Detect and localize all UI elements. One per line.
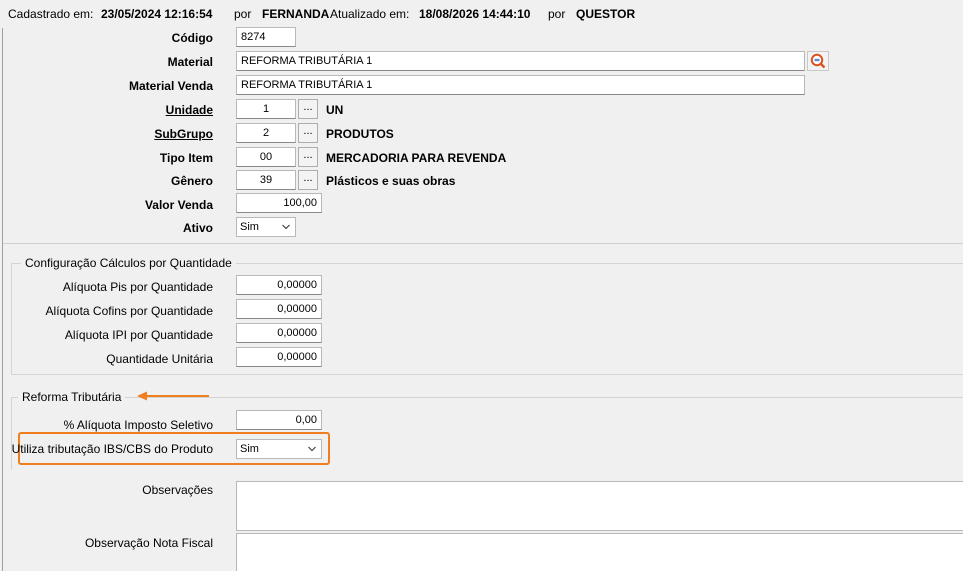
tipo-item-label: Tipo Item — [159, 151, 213, 165]
unidade-description: UN — [326, 103, 344, 117]
search-button[interactable] — [807, 51, 829, 71]
material-venda-label: Material Venda — [128, 79, 213, 93]
aliquota-cofins-field[interactable]: 0,00000 — [236, 299, 322, 319]
unidade-lookup-button[interactable]: ... — [298, 99, 318, 119]
section-divider — [3, 243, 963, 244]
reforma-tributaria-title: Reforma Tributária — [18, 390, 126, 404]
imposto-seletivo-field[interactable]: 0,00 — [236, 410, 322, 430]
subgrupo-description: PRODUTOS — [326, 127, 394, 141]
aliquota-pis-label: Alíquota Pis por Quantidade — [62, 280, 213, 294]
unidade-label[interactable]: Unidade — [166, 103, 213, 117]
observacao-nf-textarea[interactable] — [236, 533, 963, 571]
codigo-field[interactable]: 8274 — [236, 27, 296, 47]
codigo-label: Código — [171, 31, 213, 45]
aliquota-cofins-label: Alíquota Cofins por Quantidade — [45, 304, 213, 318]
material-field[interactable]: REFORMA TRIBUTÁRIA 1 — [236, 51, 805, 71]
genero-label: Gênero — [170, 174, 213, 188]
ativo-select-value: Sim — [240, 221, 259, 233]
updated-date: 18/08/2026 14:44:10 — [419, 7, 531, 21]
subgrupo-label[interactable]: SubGrupo — [154, 127, 213, 141]
search-icon — [810, 53, 826, 69]
observacoes-label: Observações — [142, 483, 213, 497]
chevron-down-icon — [308, 446, 316, 452]
observacao-nf-label: Observação Nota Fiscal — [84, 536, 213, 550]
genero-field[interactable]: 39 — [236, 170, 296, 190]
genero-lookup-button[interactable]: ... — [298, 170, 318, 190]
arrow-left-icon — [137, 391, 209, 401]
observacoes-textarea[interactable] — [236, 481, 963, 531]
unidade-field[interactable]: 1 — [236, 99, 296, 119]
valor-venda-field[interactable]: 100,00 — [236, 193, 322, 213]
genero-description: Plásticos e suas obras — [326, 174, 456, 188]
tipo-item-field[interactable]: 00 — [236, 147, 296, 167]
utiliza-ibs-cbs-value: Sim — [240, 443, 259, 455]
subgrupo-field[interactable]: 2 — [236, 123, 296, 143]
utiliza-ibs-cbs-select[interactable]: Sim — [236, 439, 322, 459]
chevron-down-icon — [282, 224, 290, 230]
updated-label: Atualizado em: — [330, 7, 410, 21]
material-venda-field[interactable]: REFORMA TRIBUTÁRIA 1 — [236, 75, 805, 95]
record-info-bar: Cadastrado em: 23/05/2024 12:16:54 por F… — [0, 0, 963, 28]
quantidade-unitaria-field[interactable]: 0,00000 — [236, 347, 322, 367]
config-quantidade-title: Configuração Cálculos por Quantidade — [21, 256, 236, 270]
aliquota-ipi-field[interactable]: 0,00000 — [236, 323, 322, 343]
tipo-item-description: MERCADORIA PARA REVENDA — [326, 151, 507, 165]
updated-by-label: por — [548, 7, 566, 21]
updated-by-user: QUESTOR — [576, 7, 636, 21]
utiliza-ibs-cbs-label: Utiliza tributação IBS/CBS do Produto — [11, 442, 213, 456]
created-by-label: por — [234, 7, 252, 21]
created-by-user: FERNANDA — [262, 7, 330, 21]
ativo-select[interactable]: Sim — [236, 217, 296, 237]
valor-venda-label: Valor Venda — [144, 198, 213, 212]
ativo-label: Ativo — [183, 221, 213, 235]
subgrupo-lookup-button[interactable]: ... — [298, 123, 318, 143]
aliquota-ipi-label: Alíquota IPI por Quantidade — [64, 328, 213, 342]
imposto-seletivo-label: % Alíquota Imposto Seletivo — [63, 418, 213, 432]
material-label: Material — [167, 55, 213, 69]
created-label: Cadastrado em: — [8, 7, 94, 21]
tipo-item-lookup-button[interactable]: ... — [298, 147, 318, 167]
aliquota-pis-field[interactable]: 0,00000 — [236, 275, 322, 295]
created-date: 23/05/2024 12:16:54 — [101, 7, 213, 21]
quantidade-unitaria-label: Quantidade Unitária — [106, 352, 213, 366]
